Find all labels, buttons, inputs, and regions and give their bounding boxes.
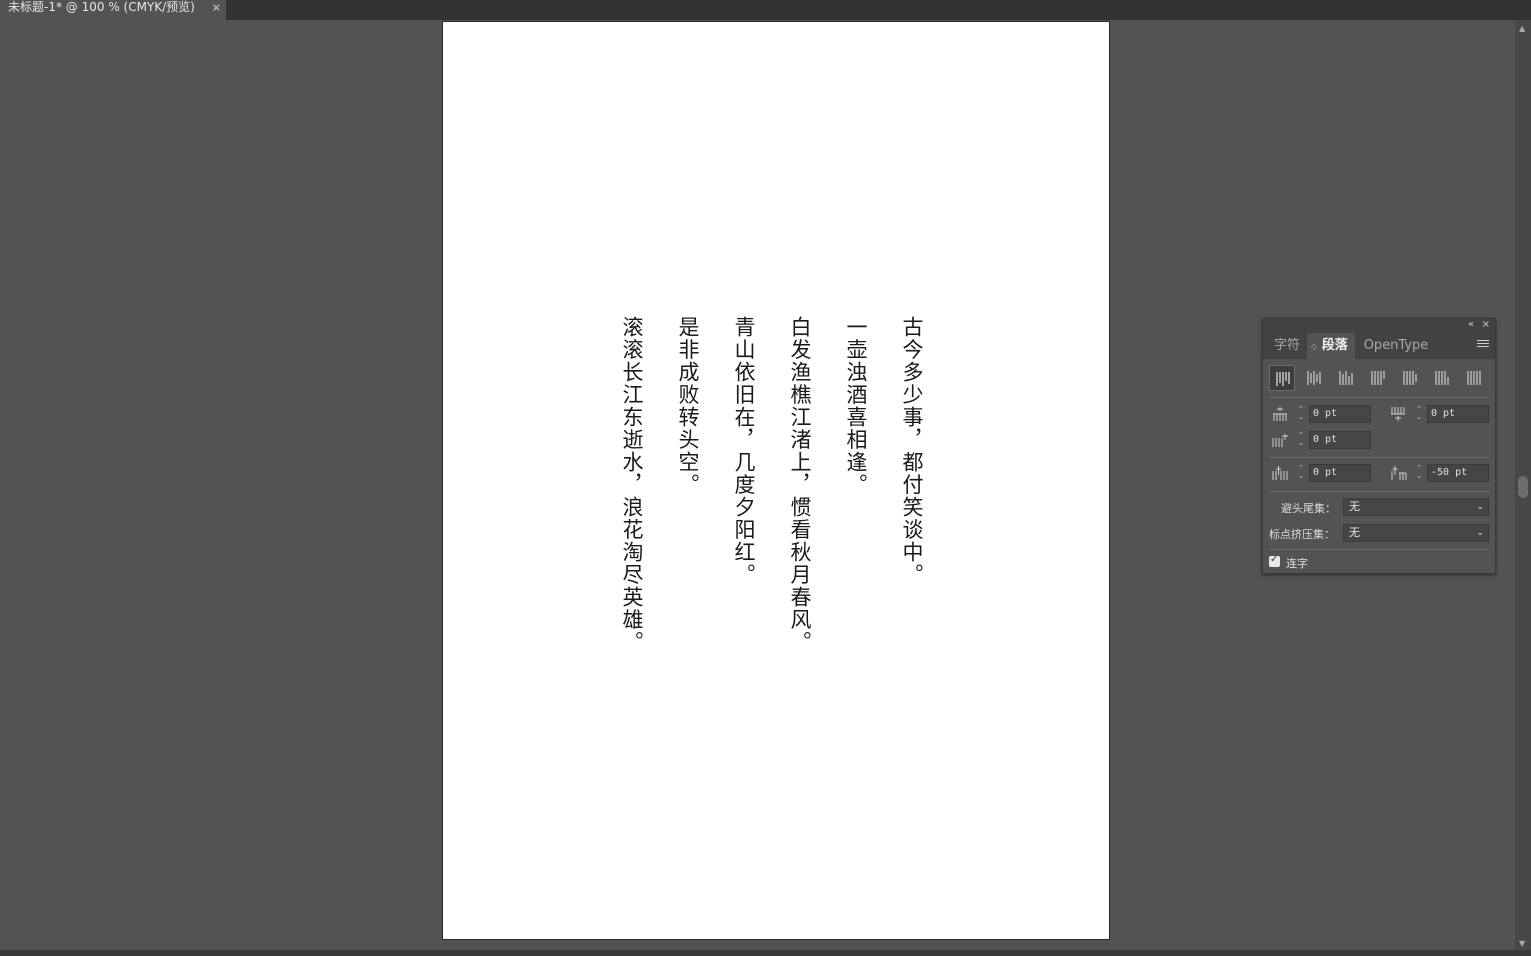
tab-paragraph[interactable]: ◇ 段落 [1307,333,1355,359]
status-bar [0,950,1531,956]
scroll-up-icon[interactable]: ▲ [1519,24,1525,33]
panel-tabs: 字符 ◇ 段落 OpenType [1263,333,1495,359]
vertical-scrollbar[interactable]: ▲ ▼ [1515,20,1531,950]
right-indent-field: ⌃ ⌄ 0 pt [1389,405,1493,423]
kinsoku-select[interactable]: 无 ⌄ [1343,498,1489,516]
panel-menu-icon[interactable] [1477,338,1489,350]
space-after-stepper[interactable]: ⌃ ⌄ [1413,464,1425,482]
scroll-thumb[interactable] [1518,476,1528,498]
justify-last-center-icon[interactable] [1397,365,1423,391]
first-line-indent-stepper[interactable]: ⌃ ⌄ [1295,431,1307,449]
hyphenate-checkbox[interactable] [1269,554,1280,567]
poem-line-1: 古今多少事，都付笑谈中。 [900,316,924,586]
mojikumi-label: 标点挤压集： [1269,528,1335,541]
left-indent-stepper[interactable]: ⌃ ⌄ [1295,405,1307,423]
align-top-icon[interactable] [1269,365,1295,391]
document-tab-bar: 未标题-1* @ 100 % (CMYK/预览) × [0,0,1531,20]
chevron-down-icon: ⌄ [1476,502,1484,512]
close-icon[interactable]: × [1482,319,1490,330]
poem-line-4: 青山依旧在，几度夕阳红。 [732,316,756,586]
space-after-icon [1391,466,1407,480]
close-icon[interactable]: × [212,1,221,15]
collapse-icon[interactable]: « [1468,319,1474,330]
kinsoku-value: 无 [1349,500,1360,513]
first-line-indent-icon [1272,434,1288,447]
poem-line-3: 白发渔樵江渚上，惯看秋月春风。 [788,316,812,654]
poem-line-6: 滚滚长江东逝水，浪花淘尽英雄。 [620,316,644,654]
first-line-indent-field: ⌃ ⌄ 0 pt [1271,431,1375,449]
sort-icon: ◇ [1311,342,1318,351]
hyphenate-label: 连字 [1286,557,1308,570]
left-indent-field: ⌃ ⌄ 0 pt [1271,405,1375,423]
paragraph-panel: « × 字符 ◇ 段落 OpenType ⌃ ⌄ 0 pt ⌃ ⌄ 0 pt ⌃… [1262,318,1496,574]
right-indent-stepper[interactable]: ⌃ ⌄ [1413,405,1425,423]
justify-last-bottom-icon[interactable] [1429,365,1455,391]
chevron-down-icon: ⌄ [1476,528,1484,538]
mojikumi-value: 无 [1349,526,1360,539]
left-indent-icon [1273,407,1287,421]
tab-opentype[interactable]: OpenType [1363,333,1429,359]
align-bottom-icon[interactable] [1333,365,1359,391]
space-before-input[interactable]: 0 pt [1309,464,1371,482]
space-before-icon [1272,466,1288,480]
space-after-field: ⌃ ⌄ -50 pt [1389,464,1493,482]
justify-all-icon[interactable] [1461,365,1487,391]
space-after-input[interactable]: -50 pt [1427,464,1489,482]
divider [1269,549,1489,550]
right-indent-input[interactable]: 0 pt [1427,405,1489,423]
space-before-field: ⌃ ⌄ 0 pt [1271,464,1375,482]
document-tab[interactable]: 未标题-1* @ 100 % (CMYK/预览) × [0,0,226,20]
panel-header[interactable]: « × [1263,319,1495,333]
left-indent-input[interactable]: 0 pt [1309,405,1371,423]
mojikumi-select[interactable]: 无 ⌄ [1343,524,1489,542]
poem-text-frame[interactable]: 古今多少事，都付笑谈中。 一壶浊酒喜相逢。 白发渔樵江渚上，惯看秋月春风。 青山… [610,316,930,654]
kinsoku-row: 避头尾集： 无 ⌄ [1269,498,1491,516]
poem-line-5: 是非成败转头空。 [676,316,700,496]
document-tab-title: 未标题-1* @ 100 % (CMYK/预览) [8,0,195,14]
kinsoku-label: 避头尾集： [1281,502,1336,515]
align-center-icon[interactable] [1301,365,1327,391]
poem-line-2: 一壶浊酒喜相逢。 [844,316,868,496]
tab-paragraph-label: 段落 [1321,338,1348,353]
first-line-indent-input[interactable]: 0 pt [1309,431,1371,449]
divider [1269,397,1489,398]
mojikumi-row: 标点挤压集： 无 ⌄ [1269,524,1491,542]
tab-character[interactable]: 字符 [1267,333,1307,359]
right-indent-icon [1391,407,1405,421]
space-before-stepper[interactable]: ⌃ ⌄ [1295,464,1307,482]
scroll-down-icon[interactable]: ▼ [1519,939,1525,948]
divider [1269,491,1489,492]
divider [1269,457,1489,458]
justify-last-top-icon[interactable] [1365,365,1391,391]
